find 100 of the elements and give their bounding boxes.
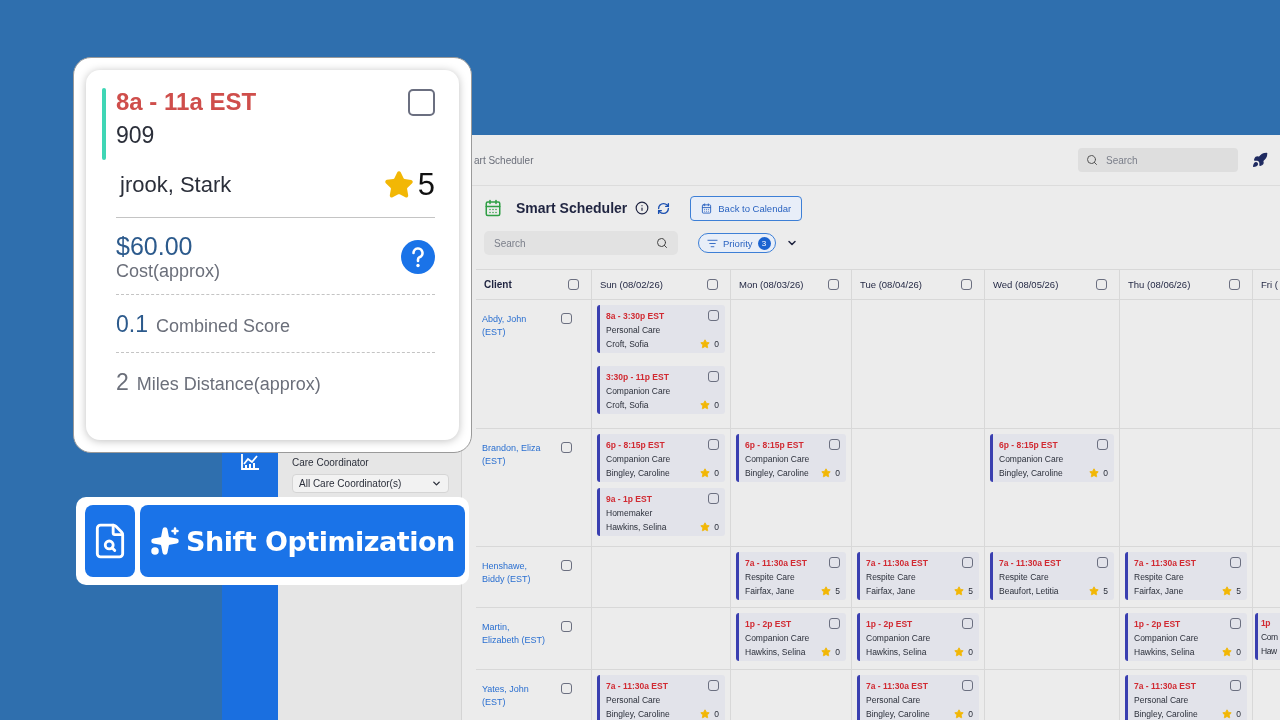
service-name: Respite Care <box>745 572 795 582</box>
checkbox[interactable] <box>561 313 572 324</box>
column-label: Tue (08/04/26) <box>860 279 922 290</box>
shift-time: 1p <box>1261 618 1271 628</box>
shift-time: 9a - 1p EST <box>606 493 652 504</box>
rating-value: 5 <box>968 586 973 596</box>
cost-label: Cost(approx) <box>116 261 221 281</box>
client-name[interactable]: Brandon, Eliza (EST) <box>482 442 548 468</box>
checkbox[interactable] <box>962 557 973 568</box>
shift-card[interactable]: 7a - 11:30a EST Respite Care Fairfax, Jane 5 <box>1125 552 1247 600</box>
checkbox[interactable] <box>708 310 719 321</box>
shift-time: 1p - 2p EST <box>745 618 792 629</box>
shift-card[interactable]: 7a - 11:30a EST Personal Care Bingley, Caroline 0 <box>857 675 979 720</box>
service-name: Personal Care <box>606 695 661 705</box>
checkbox[interactable] <box>1229 279 1240 290</box>
shift-card[interactable]: 7a - 11:30a EST Personal Care Bingley, Caroline 0 <box>1125 675 1247 720</box>
shift-card[interactable]: 7a - 11:30a EST Respite Care Fairfax, Jane 5 <box>857 552 979 600</box>
shift-time: 8a - 3:30p EST <box>606 310 665 321</box>
shift-card[interactable]: 6p - 8:15p EST Companion Care Bingley, Caroline 0 <box>736 434 846 482</box>
shift-card[interactable]: 6p - 8:15p EST Companion Care Bingley, Caroline 0 <box>597 434 725 482</box>
checkbox[interactable] <box>561 621 572 632</box>
caregiver-name: Bingley, Caroline <box>745 468 809 478</box>
rating-value: 0 <box>1236 709 1241 719</box>
shift-card[interactable]: 1p Com Haw <box>1255 613 1280 660</box>
checkbox[interactable] <box>408 88 435 116</box>
checkbox[interactable] <box>1230 557 1241 568</box>
shift-code: 909 <box>116 122 156 149</box>
checkbox[interactable] <box>561 442 572 453</box>
shift-card[interactable]: 3:30p - 11p EST Companion Care Croft, Sofia 0 <box>597 366 725 414</box>
rating-value: 5 <box>835 586 840 596</box>
caregiver-name: Fairfax, Jane <box>866 586 916 596</box>
shift-card[interactable]: 1p - 2p EST Companion Care Hawkins, Selina 0 <box>857 613 979 661</box>
rocket-icon[interactable] <box>1252 152 1268 168</box>
client-name[interactable]: Martin, Elizabeth (EST) <box>482 621 548 647</box>
checkbox[interactable] <box>1097 439 1108 450</box>
shift-card[interactable]: 7a - 11:30a EST Respite Care Fairfax, Jane 5 <box>736 552 846 600</box>
shift-time: 7a - 11:30a EST <box>606 680 668 691</box>
checkbox[interactable] <box>708 493 719 504</box>
checkbox[interactable] <box>829 618 840 629</box>
rating-value: 0 <box>835 647 840 657</box>
client-name[interactable]: Yates, John (EST) <box>482 683 548 709</box>
caregiver-name: Bingley, Caroline <box>999 468 1063 478</box>
caregiver-name: Bingley, Caroline <box>606 709 670 719</box>
shift-card[interactable]: 7a - 11:30a EST Personal Care Bingley, Caroline 0 <box>597 675 725 720</box>
checkbox[interactable] <box>561 683 572 694</box>
service-name: Respite Care <box>866 572 916 582</box>
document-search-button[interactable] <box>85 505 135 577</box>
checkbox[interactable] <box>962 618 973 629</box>
checkbox[interactable] <box>561 560 572 571</box>
rating-value: 0 <box>714 709 719 719</box>
breadcrumb: art Scheduler <box>474 154 535 166</box>
filter-label: Care Coordinator <box>292 457 370 468</box>
shift-optimization-button[interactable]: Shift Optimization <box>140 505 465 577</box>
star-icon <box>700 709 711 719</box>
checkbox[interactable] <box>961 279 972 290</box>
priority-filter[interactable]: Priority 3 <box>698 233 776 253</box>
checkbox[interactable] <box>828 279 839 290</box>
checkbox[interactable] <box>1097 557 1108 568</box>
shift-card[interactable]: 8a - 3:30p EST Personal Care Croft, Sofia 0 <box>597 305 725 353</box>
shift-time: 7a - 11:30a EST <box>999 557 1061 568</box>
refresh-icon[interactable] <box>657 201 671 215</box>
checkbox[interactable] <box>707 279 718 290</box>
service-name: Companion Care <box>745 454 810 464</box>
client-name[interactable]: Henshawe, Biddy (EST) <box>482 560 548 586</box>
checkbox[interactable] <box>708 680 719 691</box>
checkbox[interactable] <box>708 439 719 450</box>
shift-card[interactable]: 6p - 8:15p EST Companion Care Bingley, Caroline 0 <box>990 434 1114 482</box>
shift-card[interactable]: 1p - 2p EST Companion Care Hawkins, Selina 0 <box>736 613 846 661</box>
checkbox[interactable] <box>1230 618 1241 629</box>
shift-card[interactable]: 7a - 11:30a EST Respite Care Beaufort, Letitia 5 <box>990 552 1114 600</box>
sparkle-icon <box>150 526 180 556</box>
shift-time: 7a - 11:30a EST <box>866 680 928 691</box>
coordinator-select[interactable]: All Care Coordinator(s) <box>292 474 449 493</box>
column-label: Thu (08/06/26) <box>1128 279 1191 290</box>
checkbox[interactable] <box>708 371 719 382</box>
shift-card[interactable]: 9a - 1p EST Homemaker Hawkins, Selina 0 <box>597 488 725 536</box>
chart-icon[interactable] <box>240 453 260 471</box>
search-icon <box>1086 154 1098 166</box>
checkbox[interactable] <box>962 680 973 691</box>
back-to-calendar-button[interactable]: Back to Calendar <box>690 195 803 221</box>
checkbox[interactable] <box>829 557 840 568</box>
rating-value: 5 <box>1236 586 1241 596</box>
caregiver-name: Fairfax, Jane <box>745 586 795 596</box>
shift-card[interactable]: 1p - 2p EST Companion Care Hawkins, Selina 0 <box>1125 613 1247 661</box>
shift-time: 6p - 8:15p EST <box>745 439 804 450</box>
caregiver-name: jrook, Stark <box>120 172 232 198</box>
checkbox[interactable] <box>1096 279 1107 290</box>
caregiver-name: Beaufort, Letitia <box>999 586 1059 596</box>
info-icon[interactable] <box>635 201 650 215</box>
rating-value: 5 <box>417 167 435 203</box>
help-icon[interactable] <box>401 240 435 274</box>
column-label: Mon (08/03/26) <box>739 279 804 290</box>
checkbox[interactable] <box>568 279 579 290</box>
cost-value: $60.00 <box>116 232 194 261</box>
checkbox[interactable] <box>1230 680 1241 691</box>
client-name[interactable]: Abdy, John (EST) <box>482 313 548 339</box>
shift-time: 8a - 11a EST <box>116 88 257 116</box>
rating-value: 0 <box>714 522 719 532</box>
checkbox[interactable] <box>829 439 840 450</box>
rating-value: 0 <box>968 647 973 657</box>
